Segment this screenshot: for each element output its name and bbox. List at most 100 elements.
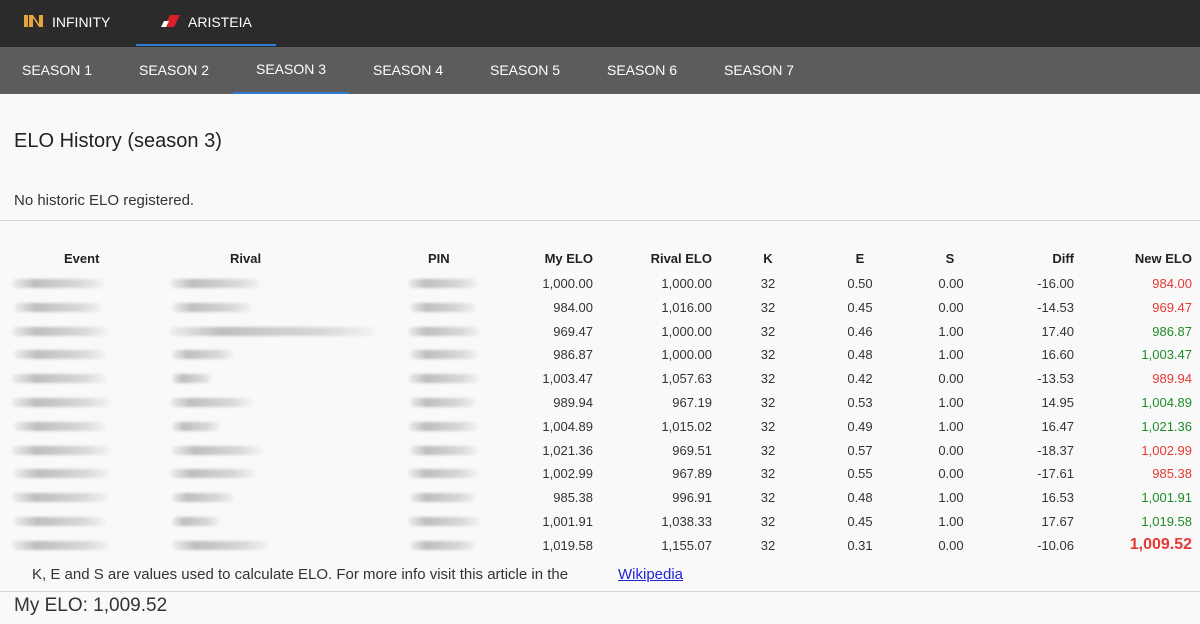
elo-info-note: K, E and S are values used to calculate …	[32, 566, 569, 583]
my-elo-cell: 984.00	[553, 300, 593, 315]
diff-cell: -10.06	[1037, 538, 1074, 553]
e-cell: 0.46	[847, 324, 873, 339]
tab-season-5[interactable]: SEASON 5	[468, 47, 582, 94]
s-cell: 0.00	[938, 371, 964, 386]
my-elo-cell: 989.94	[553, 395, 593, 410]
tab-season-2[interactable]: SEASON 2	[117, 47, 231, 94]
rival-redacted	[172, 303, 252, 312]
tab-season-3[interactable]: SEASON 3	[233, 47, 349, 94]
event-redacted	[12, 327, 108, 336]
event-redacted	[12, 446, 110, 455]
e-cell: 0.48	[847, 490, 873, 505]
diff-cell: -14.53	[1037, 300, 1074, 315]
s-cell: 0.00	[938, 466, 964, 481]
e-cell: 0.55	[847, 466, 873, 481]
wikipedia-link[interactable]: Wikipedia	[618, 566, 683, 583]
pin-redacted	[410, 541, 476, 550]
top-nav-bar: INFINITY ARISTEIA	[0, 0, 1200, 47]
diff-cell: 16.60	[1041, 347, 1074, 362]
e-cell: 0.31	[847, 538, 873, 553]
s-cell: 0.00	[938, 300, 964, 315]
k-cell: 32	[760, 419, 776, 434]
rival-elo-cell: 1,038.33	[661, 514, 712, 529]
event-redacted	[14, 303, 102, 312]
new-elo-cell: 984.00	[1152, 276, 1192, 291]
tab-season-4[interactable]: SEASON 4	[351, 47, 465, 94]
e-cell: 0.57	[847, 443, 873, 458]
pin-redacted	[408, 279, 478, 288]
header-new-elo: New ELO	[1134, 251, 1192, 266]
rival-elo-cell: 1,015.02	[661, 419, 712, 434]
diff-cell: 16.53	[1041, 490, 1074, 505]
k-cell: 32	[760, 466, 776, 481]
k-cell: 32	[760, 371, 776, 386]
diff-cell: -13.53	[1037, 371, 1074, 386]
my-elo-cell: 1,001.91	[542, 514, 593, 529]
my-elo-cell: 1,019.58	[542, 538, 593, 553]
pin-redacted	[410, 446, 478, 455]
new-elo-cell: 986.87	[1152, 324, 1192, 339]
header-rival: Rival	[230, 251, 262, 266]
rival-redacted	[172, 422, 220, 431]
k-cell: 32	[760, 324, 776, 339]
new-elo-cell: 969.47	[1152, 300, 1192, 315]
event-redacted	[12, 279, 104, 288]
rival-redacted	[172, 493, 234, 502]
section-divider	[0, 220, 1200, 221]
event-redacted	[14, 350, 106, 359]
my-elo-cell: 1,021.36	[542, 443, 593, 458]
s-cell: 1.00	[938, 419, 964, 434]
tab-season-7[interactable]: SEASON 7	[702, 47, 816, 94]
rival-redacted	[170, 469, 256, 478]
s-cell: 1.00	[938, 514, 964, 529]
event-redacted	[14, 517, 106, 526]
new-elo-cell: 1,003.47	[1141, 347, 1192, 362]
my-elo-cell: 1,000.00	[542, 276, 593, 291]
diff-cell: -17.61	[1037, 466, 1074, 481]
my-elo-total: My ELO: 1,009.52	[14, 595, 168, 616]
header-s: S	[945, 251, 955, 266]
header-event: Event	[64, 251, 100, 266]
s-cell: 0.00	[938, 276, 964, 291]
event-redacted	[14, 469, 110, 478]
rival-redacted	[170, 398, 252, 407]
rival-elo-cell: 1,057.63	[661, 371, 712, 386]
diff-cell: 17.67	[1041, 514, 1074, 529]
new-elo-cell: 1,009.52	[1129, 536, 1192, 553]
header-k: K	[763, 251, 773, 266]
header-pin: PIN	[428, 251, 450, 266]
rival-elo-cell: 1,000.00	[661, 276, 712, 291]
s-cell: 1.00	[938, 347, 964, 362]
rival-redacted	[172, 374, 212, 383]
new-elo-cell: 1,021.36	[1141, 419, 1192, 434]
e-cell: 0.49	[847, 419, 873, 434]
s-cell: 0.00	[938, 538, 964, 553]
header-my-elo: My ELO	[544, 251, 593, 266]
rival-elo-cell: 1,016.00	[661, 300, 712, 315]
tab-season-1[interactable]: SEASON 1	[0, 47, 114, 94]
season-tab-bar: SEASON 1 SEASON 2 SEASON 3 SEASON 4 SEAS…	[0, 47, 1200, 94]
infinity-tab[interactable]: INFINITY	[22, 0, 110, 44]
aristeia-label: ARISTEIA	[188, 14, 252, 30]
pin-redacted	[408, 517, 480, 526]
s-cell: 1.00	[938, 490, 964, 505]
k-cell: 32	[760, 300, 776, 315]
header-rival-elo: Rival ELO	[650, 251, 712, 266]
new-elo-cell: 985.38	[1152, 466, 1192, 481]
event-redacted	[12, 541, 110, 550]
k-cell: 32	[760, 490, 776, 505]
aristeia-tab[interactable]: ARISTEIA	[136, 0, 276, 46]
pin-redacted	[408, 374, 480, 383]
k-cell: 32	[760, 443, 776, 458]
tab-season-6[interactable]: SEASON 6	[585, 47, 699, 94]
k-cell: 32	[760, 514, 776, 529]
e-cell: 0.48	[847, 347, 873, 362]
e-cell: 0.42	[847, 371, 873, 386]
pin-redacted	[410, 303, 476, 312]
rival-redacted	[172, 541, 268, 550]
rival-elo-cell: 996.91	[672, 490, 712, 505]
rival-elo-cell: 1,155.07	[661, 538, 712, 553]
my-elo-cell: 1,004.89	[542, 419, 593, 434]
k-cell: 32	[760, 276, 776, 291]
event-redacted	[14, 422, 106, 431]
